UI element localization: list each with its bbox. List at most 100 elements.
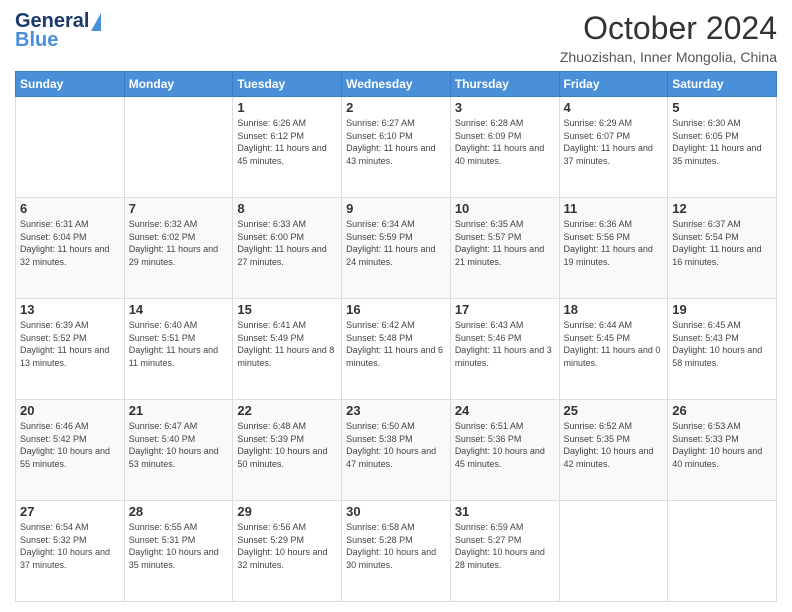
day-number: 21 [129,403,229,418]
day-info: Sunrise: 6:27 AM Sunset: 6:10 PM Dayligh… [346,117,446,167]
calendar-cell: 7 Sunrise: 6:32 AM Sunset: 6:02 PM Daylig… [124,198,233,299]
calendar-cell: 3 Sunrise: 6:28 AM Sunset: 6:09 PM Daylig… [450,97,559,198]
day-number: 14 [129,302,229,317]
calendar-cell: 6 Sunrise: 6:31 AM Sunset: 6:04 PM Daylig… [16,198,125,299]
day-number: 19 [672,302,772,317]
calendar-cell: 2 Sunrise: 6:27 AM Sunset: 6:10 PM Daylig… [342,97,451,198]
day-number: 5 [672,100,772,115]
weekday-header-saturday: Saturday [668,72,777,97]
day-number: 26 [672,403,772,418]
day-number: 31 [455,504,555,519]
calendar-cell: 19Sunrise: 6:45 AM Sunset: 5:43 PM Dayli… [668,299,777,400]
day-number: 18 [564,302,664,317]
day-info: Sunrise: 6:55 AM Sunset: 5:31 PM Dayligh… [129,521,229,571]
weekday-header-sunday: Sunday [16,72,125,97]
week-row-3: 13 Sunrise: 6:39 AM Sunset: 5:52 PM Dayli… [16,299,777,400]
week-row-1: 1Sunrise: 6:26 AM Sunset: 6:12 PM Daylig… [16,97,777,198]
week-row-2: 6 Sunrise: 6:31 AM Sunset: 6:04 PM Daylig… [16,198,777,299]
weekday-header-wednesday: Wednesday [342,72,451,97]
day-number: 10 [455,201,555,216]
day-number: 13 [20,302,120,317]
logo-blue: Blue [15,29,58,52]
month-title: October 2024 [560,10,777,47]
calendar-cell: 9 Sunrise: 6:34 AM Sunset: 5:59 PM Daylig… [342,198,451,299]
calendar-cell [559,501,668,602]
day-number: 2 [346,100,446,115]
day-info: Sunrise: 6:28 AM Sunset: 6:09 PM Dayligh… [455,117,555,167]
calendar-cell: 31 Sunrise: 6:59 AM Sunset: 5:27 PM Dayli… [450,501,559,602]
page: General Blue October 2024 Zhuozishan, In… [0,0,792,612]
day-info: Sunrise: 6:54 AM Sunset: 5:32 PM Dayligh… [20,521,120,571]
day-number: 24 [455,403,555,418]
day-info: Sunrise: 6:44 AM Sunset: 5:45 PM Dayligh… [564,319,664,369]
day-info: Sunrise: 6:50 AM Sunset: 5:38 PM Dayligh… [346,420,446,470]
weekday-header-thursday: Thursday [450,72,559,97]
day-info: Sunrise: 6:33 AM Sunset: 6:00 PM Dayligh… [237,218,337,268]
calendar-cell: 17 Sunrise: 6:43 AM Sunset: 5:46 PM Dayli… [450,299,559,400]
day-info: Sunrise: 6:56 AM Sunset: 5:29 PM Dayligh… [237,521,337,571]
day-info: Sunrise: 6:40 AM Sunset: 5:51 PM Dayligh… [129,319,229,369]
day-info: Sunrise: 6:32 AM Sunset: 6:02 PM Dayligh… [129,218,229,268]
day-number: 4 [564,100,664,115]
calendar-cell: 8 Sunrise: 6:33 AM Sunset: 6:00 PM Daylig… [233,198,342,299]
calendar-cell: 30Sunrise: 6:58 AM Sunset: 5:28 PM Dayli… [342,501,451,602]
calendar-cell: 14 Sunrise: 6:40 AM Sunset: 5:51 PM Dayli… [124,299,233,400]
logo: General Blue [15,10,101,52]
day-info: Sunrise: 6:39 AM Sunset: 5:52 PM Dayligh… [20,319,120,369]
calendar-cell: 5Sunrise: 6:30 AM Sunset: 6:05 PM Daylig… [668,97,777,198]
calendar-cell: 10 Sunrise: 6:35 AM Sunset: 5:57 PM Dayli… [450,198,559,299]
calendar-cell: 28 Sunrise: 6:55 AM Sunset: 5:31 PM Dayli… [124,501,233,602]
day-number: 16 [346,302,446,317]
day-info: Sunrise: 6:46 AM Sunset: 5:42 PM Dayligh… [20,420,120,470]
day-info: Sunrise: 6:29 AM Sunset: 6:07 PM Dayligh… [564,117,664,167]
day-number: 9 [346,201,446,216]
logo-triangle-icon [91,13,101,31]
day-number: 11 [564,201,664,216]
day-number: 25 [564,403,664,418]
calendar-cell: 27Sunrise: 6:54 AM Sunset: 5:32 PM Dayli… [16,501,125,602]
weekday-header-monday: Monday [124,72,233,97]
day-number: 17 [455,302,555,317]
calendar-cell: 15Sunrise: 6:41 AM Sunset: 5:49 PM Dayli… [233,299,342,400]
calendar-cell: 20Sunrise: 6:46 AM Sunset: 5:42 PM Dayli… [16,400,125,501]
day-info: Sunrise: 6:59 AM Sunset: 5:27 PM Dayligh… [455,521,555,571]
calendar-cell: 4 Sunrise: 6:29 AM Sunset: 6:07 PM Daylig… [559,97,668,198]
day-info: Sunrise: 6:58 AM Sunset: 5:28 PM Dayligh… [346,521,446,571]
day-number: 15 [237,302,337,317]
calendar-cell: 11 Sunrise: 6:36 AM Sunset: 5:56 PM Dayli… [559,198,668,299]
day-info: Sunrise: 6:37 AM Sunset: 5:54 PM Dayligh… [672,218,772,268]
day-number: 1 [237,100,337,115]
day-info: Sunrise: 6:47 AM Sunset: 5:40 PM Dayligh… [129,420,229,470]
day-info: Sunrise: 6:36 AM Sunset: 5:56 PM Dayligh… [564,218,664,268]
day-number: 8 [237,201,337,216]
day-number: 28 [129,504,229,519]
calendar-cell: 13 Sunrise: 6:39 AM Sunset: 5:52 PM Dayli… [16,299,125,400]
calendar-cell: 1Sunrise: 6:26 AM Sunset: 6:12 PM Daylig… [233,97,342,198]
day-info: Sunrise: 6:43 AM Sunset: 5:46 PM Dayligh… [455,319,555,369]
day-number: 3 [455,100,555,115]
day-number: 6 [20,201,120,216]
weekday-header-row: SundayMondayTuesdayWednesdayThursdayFrid… [16,72,777,97]
day-number: 22 [237,403,337,418]
calendar-cell [668,501,777,602]
day-number: 12 [672,201,772,216]
day-info: Sunrise: 6:53 AM Sunset: 5:33 PM Dayligh… [672,420,772,470]
location: Zhuozishan, Inner Mongolia, China [560,49,777,65]
day-info: Sunrise: 6:48 AM Sunset: 5:39 PM Dayligh… [237,420,337,470]
day-number: 7 [129,201,229,216]
day-number: 29 [237,504,337,519]
title-area: October 2024 Zhuozishan, Inner Mongolia,… [560,10,777,65]
calendar-cell: 29 Sunrise: 6:56 AM Sunset: 5:29 PM Dayli… [233,501,342,602]
calendar-cell: 18 Sunrise: 6:44 AM Sunset: 5:45 PM Dayli… [559,299,668,400]
week-row-5: 27Sunrise: 6:54 AM Sunset: 5:32 PM Dayli… [16,501,777,602]
week-row-4: 20Sunrise: 6:46 AM Sunset: 5:42 PM Dayli… [16,400,777,501]
calendar-cell [124,97,233,198]
day-info: Sunrise: 6:35 AM Sunset: 5:57 PM Dayligh… [455,218,555,268]
calendar-cell: 25Sunrise: 6:52 AM Sunset: 5:35 PM Dayli… [559,400,668,501]
calendar-cell: 26 Sunrise: 6:53 AM Sunset: 5:33 PM Dayli… [668,400,777,501]
day-number: 23 [346,403,446,418]
weekday-header-friday: Friday [559,72,668,97]
calendar-table: SundayMondayTuesdayWednesdayThursdayFrid… [15,71,777,602]
day-info: Sunrise: 6:34 AM Sunset: 5:59 PM Dayligh… [346,218,446,268]
day-info: Sunrise: 6:31 AM Sunset: 6:04 PM Dayligh… [20,218,120,268]
